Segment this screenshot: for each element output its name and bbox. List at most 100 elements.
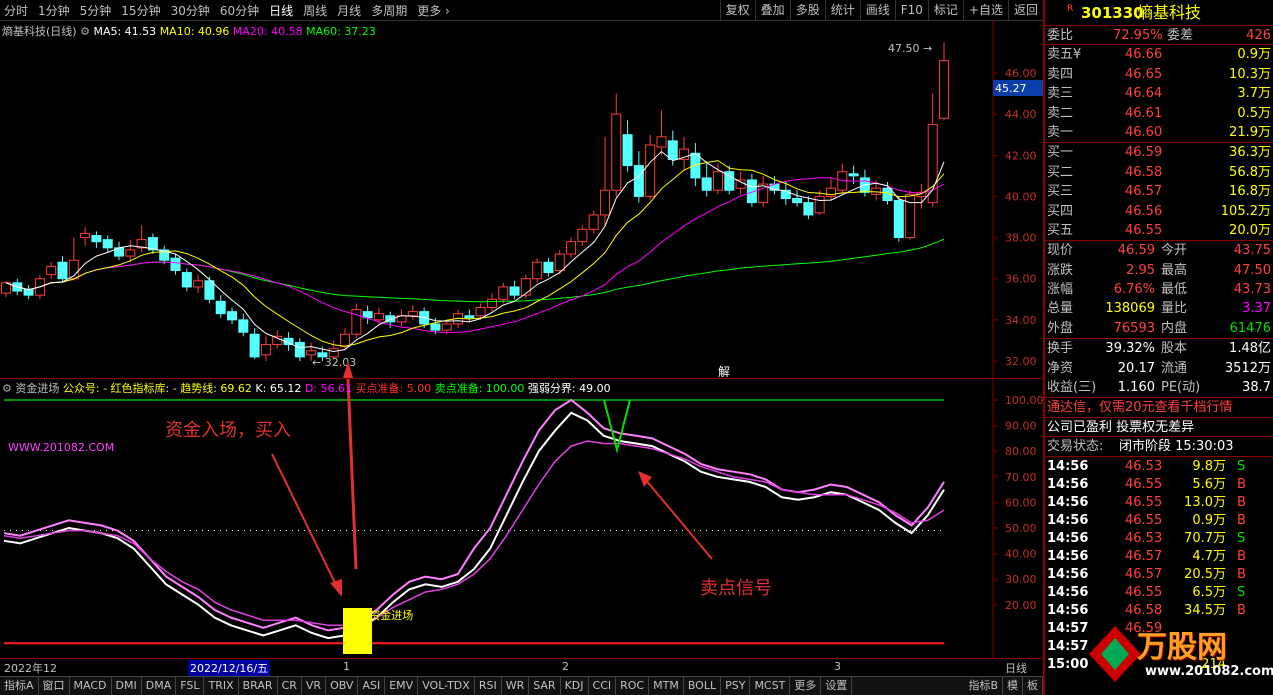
candle [430,323,441,331]
news-line[interactable]: 公司已盈利 投票权无差异 [1045,418,1273,438]
candle [238,319,249,333]
indicator-tab-1[interactable]: 窗口 [39,677,70,695]
candlestick-chart[interactable]: 46.00 44.00 42.00 40.00 38.00 36.00 34.00 32.00… [0,21,1043,378]
tab-0[interactable]: 分时 [0,2,34,19]
indicator-tab-right-1[interactable]: 模 [1003,677,1023,695]
indicator-tab-24[interactable]: 更多 [790,677,822,695]
stat-row: 总量 138069 量比 3.37 [1045,299,1273,318]
tick-row-cell: 20.5万 [1184,566,1226,582]
indicator-tab-21[interactable]: BOLL [684,677,722,695]
tab-7[interactable]: 周线 [299,2,333,19]
indicator-legend-item: 强弱分界: 49.00 [527,382,611,395]
price-tick-label: 32.00 [1005,355,1037,368]
ask-row: 卖三 46.64 3.7万 [1045,84,1273,103]
indicator-tab-4[interactable]: DMA [142,677,177,695]
candle [611,113,622,191]
site-logo: 万股网 www.201082.com [1085,620,1273,695]
tab-8[interactable]: 月线 [333,2,367,19]
ma5-line [5,150,945,353]
indicator-tick-label: 60.00 [1005,496,1037,509]
toolbar-button-5[interactable]: F10 [894,0,928,21]
indicator-tab-10[interactable]: OBV [326,677,359,695]
toolbar-button-4[interactable]: 画线 [859,0,895,21]
indicator-tab-19[interactable]: ROC [616,677,650,695]
toolbar-button-8[interactable]: 返回 [1007,0,1043,21]
toolbar-button-3[interactable]: 统计 [824,0,860,21]
indicator-tab-17[interactable]: KDJ [561,677,589,695]
indicator-tab-6[interactable]: TRIX [204,677,239,695]
indicator-tab-8[interactable]: CR [278,677,302,695]
indicator-tick-label: 100.00 [1005,394,1043,407]
toolbar-button-6[interactable]: 标记 [927,0,963,21]
tab-4[interactable]: 30分钟 [167,2,216,19]
tick-row-cell: B [1237,566,1246,582]
bid-row-cell: 105.2万 [1220,203,1271,219]
indicator-tab-0[interactable]: 指标A [0,677,39,695]
indicator-chart[interactable]: 100.00 90.00 80.00 70.00 60.00 50.00 40.00 30.0… [0,378,1043,659]
tick-row-cell: 14:56 [1047,458,1089,474]
indicator-tab-18[interactable]: CCI [589,677,617,695]
tab-5[interactable]: 60分钟 [216,2,265,19]
period-toolbar: 分时 1分钟 5分钟 15分钟 30分钟 60分钟 日线 周线 月线 多周期 更多 › 复权 叠加 多股… [0,0,1043,21]
candle [373,313,384,321]
gear-icon[interactable]: ⚙ [80,25,90,38]
candle [498,286,509,300]
indicator-tab-right-0[interactable]: 指标B [964,677,1003,695]
period-label[interactable]: 日线 [1005,660,1027,676]
stat2-row: 收益(三) 1.160 PE(动) 38.7 [1045,378,1273,397]
indicator-tab-15[interactable]: WR [502,677,530,695]
toolbar-button-2[interactable]: 多股 [789,0,825,21]
indicator-tab-14[interactable]: RSI [475,677,502,695]
tick-row-cell: 14:56 [1047,602,1089,618]
candle [57,261,68,280]
tick-row: 14:56 46.53 70.7万 S [1045,529,1273,547]
tab-6[interactable]: 日线 [265,2,299,19]
stat-row-cell: 43.73 [1233,282,1271,298]
indicator-tab-5[interactable]: FSL [176,677,205,695]
tab-2[interactable]: 5分钟 [76,2,118,19]
indicator-tab-22[interactable]: PSY [721,677,751,695]
tick-row-cell: 14:56 [1047,494,1089,510]
tab-3[interactable]: 15分钟 [117,2,166,19]
marker-icon[interactable]: 解 [718,365,730,378]
indicator-tab-9[interactable]: VR [302,677,327,695]
indicator-tab-20[interactable]: MTM [649,677,684,695]
tick-row-cell: 46.55 [1125,494,1163,510]
sell-annotation: 卖点信号 [700,578,772,599]
indicator-tab-13[interactable]: VOL-TDX [418,677,475,695]
ma10-line [5,160,945,347]
indicator-tab-11[interactable]: ASI [358,677,386,695]
candle [939,60,949,119]
indicator-tab-right-2[interactable]: 板 [1023,677,1043,695]
toolbar-button-1[interactable]: 叠加 [754,0,790,21]
logo-url: www.201082.com [1145,664,1273,679]
tab-1[interactable]: 1分钟 [34,2,76,19]
indicator-tab-2[interactable]: MACD [70,677,112,695]
indicator-tab-7[interactable]: BRAR [239,677,278,695]
stat-row: 涨幅 6.76% 最低 43.73 [1045,280,1273,299]
tab-10[interactable]: 更多 › [413,2,456,19]
indicator-tick-label: 50.00 [1005,522,1037,535]
indicator-tab-16[interactable]: SAR [529,677,561,695]
tick-row: 14:56 46.53 9.8万 S [1045,457,1273,475]
gear-icon[interactable]: ⚙ [2,382,12,395]
indicator-tab-12[interactable]: EMV [385,677,419,695]
stat2-row-cell: 3512万 [1224,360,1271,376]
tick-row: 14:56 46.57 4.7万 B [1045,547,1273,565]
tick-row-cell: 5.6万 [1192,476,1226,492]
indicator-tab-23[interactable]: MCST [750,677,791,695]
bid-row-cell: 56.8万 [1229,164,1271,180]
ask-row-cell: 3.7万 [1237,86,1271,102]
indicator-tab-25[interactable]: 设置 [821,677,853,695]
stat-row-cell: 76593 [1113,320,1155,336]
toolbar-button-0[interactable]: 复权 [719,0,755,21]
promo-banner[interactable]: 通达信，仅需20元查看千档行情 [1045,398,1273,418]
bid-row-cell: 36.3万 [1229,145,1271,161]
ask-row-cell: 10.3万 [1229,66,1271,82]
tab-9[interactable]: 多周期 [367,2,413,19]
candle [690,152,701,179]
price-tick-label: 44.00 [1005,108,1037,121]
indicator-tab-3[interactable]: DMI [112,677,142,695]
toolbar-button-7[interactable]: +自选 [962,0,1008,21]
tick-row-cell: 14:56 [1047,566,1089,582]
